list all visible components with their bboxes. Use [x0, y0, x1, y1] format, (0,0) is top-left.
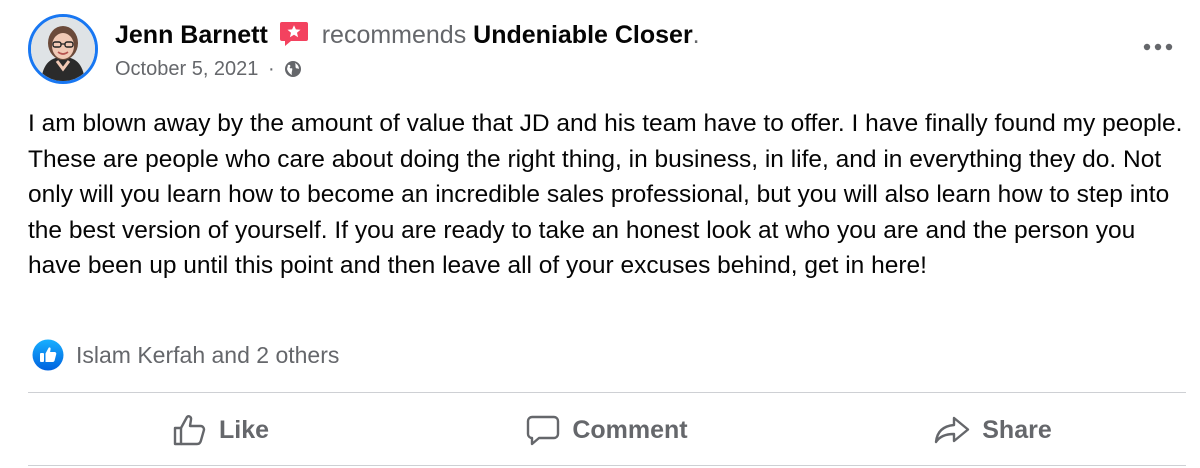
post-actions-bar: Like Comment Share: [28, 398, 1186, 462]
post-meta: Jenn Barnett recommends Undeniable Close…: [115, 18, 700, 84]
avatar-portrait: [31, 17, 95, 81]
share-button[interactable]: Share: [800, 398, 1186, 462]
post-body-text: I am blown away by the amount of value t…: [28, 110, 1183, 279]
actions-divider-bottom: [28, 465, 1186, 466]
post-header: Jenn Barnett recommends Undeniable Close…: [28, 14, 1178, 94]
post-card: Jenn Barnett recommends Undeniable Close…: [0, 0, 1200, 468]
actions-divider-top: [28, 392, 1186, 393]
recommendation-badge-icon: [279, 20, 309, 48]
title-period: .: [692, 21, 700, 49]
like-reaction-icon: [32, 339, 64, 371]
post-subline: October 5, 2021 ·: [115, 54, 700, 84]
more-options-button[interactable]: [1138, 34, 1178, 60]
ellipsis-icon: [1143, 43, 1173, 51]
thumbs-up-icon: [173, 415, 206, 446]
reactions-summary[interactable]: Islam Kerfah and 2 others: [32, 338, 339, 372]
comment-button[interactable]: Comment: [414, 398, 800, 462]
like-label: Like: [218, 415, 270, 444]
comment-bubble-icon: [527, 415, 560, 446]
like-button[interactable]: Like: [28, 398, 414, 462]
author-name[interactable]: Jenn Barnett: [115, 21, 268, 49]
post-date[interactable]: October 5, 2021: [115, 58, 258, 80]
share-label: Share: [982, 415, 1052, 444]
recommends-verb: recommends: [321, 21, 467, 49]
avatar[interactable]: [28, 14, 98, 84]
page-name-link[interactable]: Undeniable Closer: [473, 21, 693, 49]
comment-label: Comment: [572, 415, 688, 444]
globe-icon: [284, 57, 302, 77]
date-separator: ·: [268, 58, 275, 80]
post-title-line: Jenn Barnett recommends Undeniable Close…: [115, 18, 700, 52]
share-arrow-icon: [935, 416, 970, 444]
reaction-names[interactable]: Islam Kerfah and 2 others: [76, 342, 339, 369]
